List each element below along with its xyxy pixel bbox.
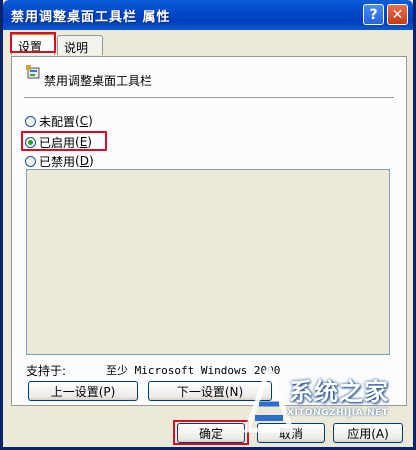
radio-enabled[interactable]: 已启用 (E) [25,134,92,150]
settings-panel: 禁用调整桌面工具栏 未配置 (C) 已启用 (E) 已禁用 (D) 支持于: 至… [11,56,407,406]
watermark-url: XITONGZHIJIA.NET [287,408,389,418]
help-button[interactable]: ? [363,4,384,25]
radio-not-configured[interactable]: 未配置 (C) [25,113,93,129]
next-setting-button[interactable]: 下一设置(N) [148,381,272,401]
apply-button[interactable]: 应用(A) [333,423,403,443]
ok-label: 确定 [198,426,223,441]
support-label: 支持于: [26,364,67,378]
apply-label: 应用(A) [347,426,389,441]
cancel-label: 取消 [278,426,303,441]
window-title: 禁用调整桌面工具栏 属性 [11,10,171,25]
radio-disabled-indicator[interactable] [25,155,36,167]
tab-explain[interactable]: 说明 [57,35,103,55]
radio-not-configured-indicator[interactable] [25,115,36,127]
divider [24,97,394,98]
tab-explain-label: 说明 [64,41,89,55]
radio-not-configured-label: 未配置 [39,114,76,129]
radio-enabled-indicator[interactable] [25,136,36,148]
radio-disabled[interactable]: 已禁用 (D) [25,153,94,169]
next-setting-label: 下一设置(N) [176,384,244,399]
ok-button[interactable]: 确定 [177,423,245,443]
support-value: 至少 Microsoft Windows 2000 [106,364,281,377]
radio-disabled-label: 已禁用 [39,154,76,169]
tab-settings[interactable]: 设置 [11,33,55,55]
cancel-button[interactable]: 取消 [257,423,325,443]
help-icon: ? [369,6,378,23]
options-area [26,169,390,355]
policy-icon [26,65,40,79]
close-button[interactable]: ✕ [387,4,408,25]
previous-setting-button[interactable]: 上一设置(P) [28,381,138,401]
tab-settings-label: 设置 [18,40,43,54]
policy-name: 禁用调整桌面工具栏 [44,74,153,88]
properties-dialog: 禁用调整桌面工具栏 属性 ? ✕ 设置 说明 禁用调整桌面工具栏 未配置 (C) [0,0,416,450]
previous-setting-label: 上一设置(P) [50,384,116,399]
close-icon: ✕ [391,6,404,23]
radio-enabled-label: 已启用 [39,135,76,150]
title-bar[interactable]: 禁用调整桌面工具栏 属性 ? ✕ [3,0,413,30]
